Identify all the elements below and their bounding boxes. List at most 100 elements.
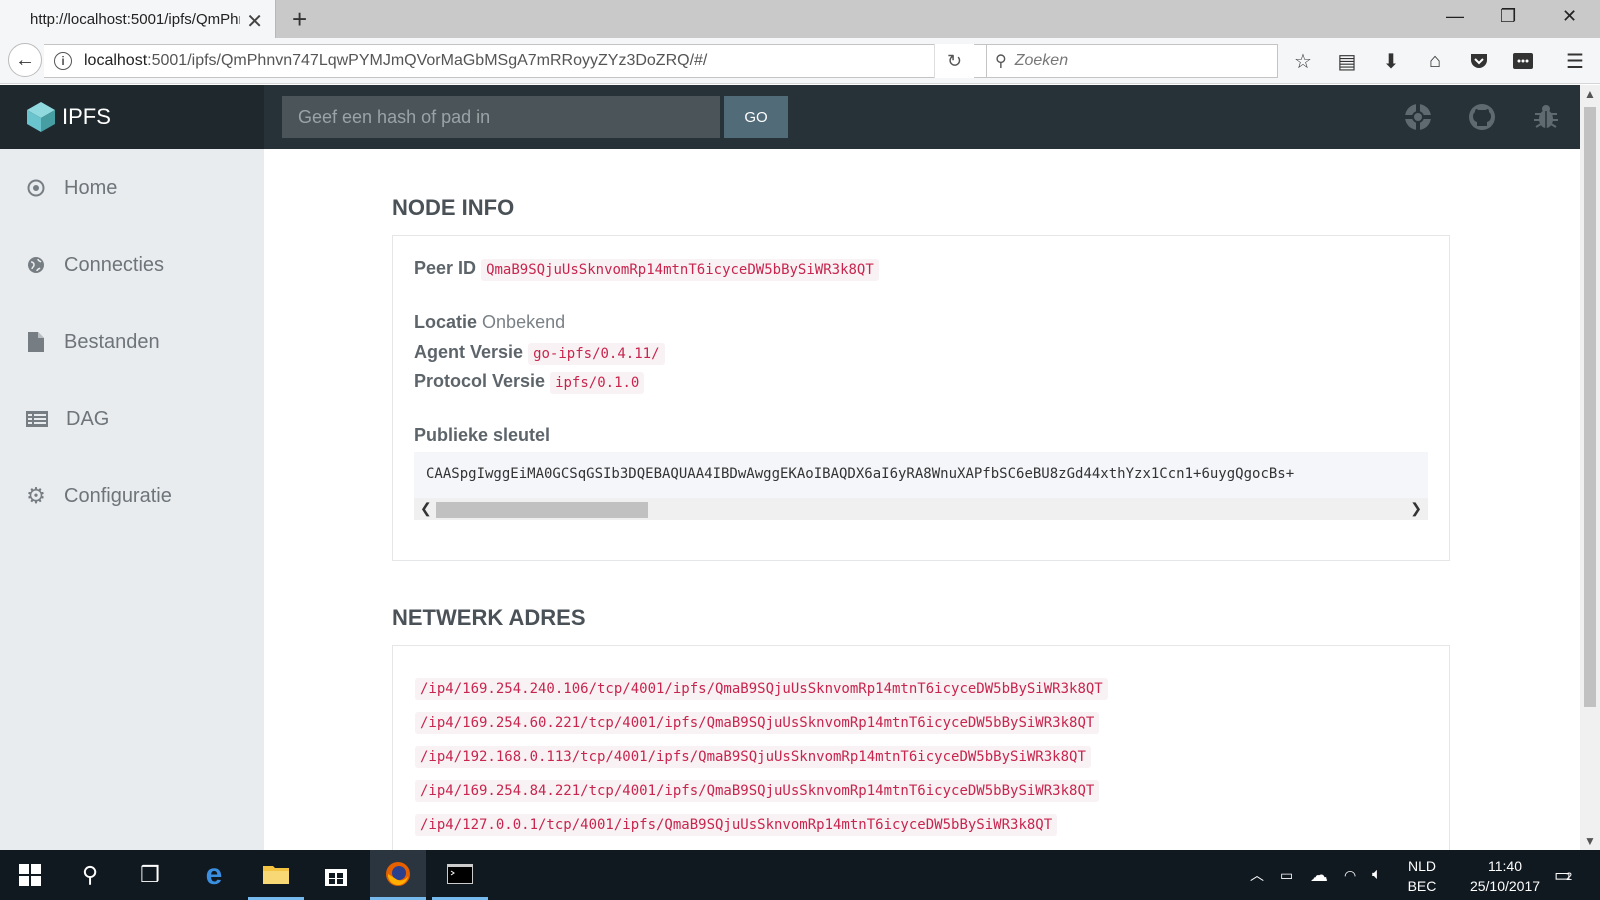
brand-text: IPFS	[62, 104, 111, 129]
pubkey-label-row: Publieke sleutel	[414, 425, 550, 446]
start-button[interactable]	[2, 850, 58, 900]
url-path: :5001/ipfs/QmPhnvn747LqwPYMJmQVorMaGbMSg…	[147, 52, 708, 69]
sidebar-item-label: Configuratie	[64, 484, 172, 507]
search-icon: ⚲	[995, 53, 1007, 70]
location-row: Locatie Onbekend	[414, 312, 565, 333]
node-info-card: Peer ID QmaB9SQjuUsSknvomRp14mtnT6icyceD…	[392, 235, 1450, 561]
protocol-row: Protocol Versie ipfs/0.1.0	[414, 371, 645, 394]
sidebar: Home Connecties Bestanden DAG ⚙ Configur…	[0, 149, 264, 850]
pubkey-value: CAASpgIwggEiMA0GCSqGSIb3DQEBAQUAA4IBDwAw…	[426, 466, 1295, 482]
scroll-down-icon[interactable]: ▼	[1584, 834, 1596, 848]
notification-count: 2	[1566, 870, 1573, 883]
close-tab-icon[interactable]: ✕	[246, 9, 263, 34]
window-close-icon[interactable]: ✕	[1562, 6, 1577, 27]
search-placeholder: Zoeken	[1014, 52, 1069, 69]
minimize-icon[interactable]: —	[1446, 6, 1464, 27]
main-content: NODE INFO Peer ID QmaB9SQjuUsSknvomRp14m…	[264, 149, 1580, 850]
peer-id-value: QmaB9SQjuUsSknvomRp14mtnT6icyceDW5bBySiW…	[481, 259, 879, 281]
firefox-icon[interactable]	[370, 850, 426, 900]
search-taskbar-icon[interactable]: ⚲	[62, 850, 118, 900]
tab-title: http://localhost:5001/ipfs/QmPhnvn747Lqw…	[30, 10, 240, 28]
node-info-title: NODE INFO	[392, 195, 515, 220]
sidebar-item-connecties[interactable]: Connecties	[0, 241, 264, 289]
hash-path-input[interactable]	[282, 96, 720, 138]
page-scrollbar[interactable]: ▲ ▼	[1580, 85, 1600, 850]
ipfs-cube-icon	[27, 102, 55, 132]
list-item: /ip4/169.254.84.221/tcp/4001/ipfs/QmaB9S…	[415, 780, 1100, 802]
home-icon	[26, 178, 46, 198]
list-icon	[26, 409, 48, 429]
list-item: /ip4/169.254.60.221/tcp/4001/ipfs/QmaB9S…	[415, 712, 1100, 734]
ipfs-header: IPFS GO	[0, 85, 1580, 149]
sidebar-item-bestanden[interactable]: Bestanden	[0, 318, 264, 366]
github-icon[interactable]	[1464, 99, 1500, 135]
sidebar-item-configuratie[interactable]: ⚙ Configuratie	[0, 472, 264, 520]
pubkey-scrollbar[interactable]: ❮ ❯	[414, 498, 1428, 520]
url-bar[interactable]: i localhost:5001/ipfs/QmPhnvn747LqwPYMJm…	[44, 44, 988, 78]
pocket-icon[interactable]	[1466, 48, 1492, 74]
browser-search-input[interactable]: ⚲ Zoeken	[986, 44, 1278, 78]
agent-label: Agent Versie	[414, 342, 524, 362]
extension-icon[interactable]	[1510, 48, 1536, 74]
volume-icon[interactable]: 🔈︎	[1372, 850, 1382, 900]
page-scroll-thumb[interactable]	[1584, 107, 1596, 707]
globe-icon	[26, 255, 46, 275]
location-label: Locatie	[414, 312, 478, 332]
menu-icon[interactable]: ☰	[1562, 48, 1588, 74]
windows-logo-icon	[19, 864, 41, 886]
download-icon[interactable]: ⬇	[1378, 48, 1404, 74]
scroll-up-icon[interactable]: ▲	[1584, 87, 1596, 101]
clock[interactable]: 11:40 25/10/2017	[1462, 856, 1548, 896]
onedrive-icon[interactable]: ☁	[1310, 850, 1328, 900]
bug-icon[interactable]	[1528, 99, 1564, 135]
store-icon[interactable]	[308, 850, 364, 900]
file-icon	[26, 332, 46, 352]
wifi-icon[interactable]: ◠	[1344, 850, 1356, 900]
task-view-icon[interactable]: ❒	[122, 850, 178, 900]
pubkey-box: CAASpgIwggEiMA0GCSqGSIb3DQEBAQUAA4IBDwAw…	[414, 452, 1428, 520]
scroll-left-icon[interactable]: ❮	[420, 500, 432, 517]
url-host: localhost	[84, 52, 148, 69]
scroll-right-icon[interactable]: ❯	[1410, 500, 1422, 517]
restore-icon[interactable]: ❐	[1500, 6, 1516, 27]
help-lifebuoy-icon[interactable]	[1400, 99, 1436, 135]
pubkey-label: Publieke sleutel	[414, 425, 551, 445]
lang-bottom: BEC	[1407, 878, 1437, 894]
gear-icon: ⚙	[26, 483, 46, 508]
back-button[interactable]: ←	[8, 43, 42, 77]
input-language[interactable]: NLD BEC	[1402, 856, 1442, 896]
list-item: /ip4/192.168.0.113/tcp/4001/ipfs/QmaB9SQ…	[415, 746, 1091, 768]
network-address: /ip4/192.168.0.113/tcp/4001/ipfs/QmaB9SQ…	[415, 746, 1091, 768]
list-item: /ip4/127.0.0.1/tcp/4001/ipfs/QmaB9SQjuUs…	[415, 814, 1058, 836]
network-address: /ip4/169.254.240.106/tcp/4001/ipfs/QmaB9…	[415, 678, 1108, 700]
reload-button[interactable]: ↻	[934, 44, 974, 78]
browser-tab[interactable]: http://localhost:5001/ipfs/QmPhnvn747Lqw…	[0, 0, 276, 38]
sidebar-item-home[interactable]: Home	[0, 164, 264, 212]
ipfs-logo[interactable]: IPFS	[0, 85, 264, 149]
peer-id-label: Peer ID	[414, 258, 477, 278]
info-icon[interactable]: i	[54, 52, 72, 70]
sidebar-item-dag[interactable]: DAG	[0, 395, 264, 443]
edge-icon[interactable]: e	[186, 850, 242, 900]
scroll-thumb[interactable]	[436, 502, 648, 518]
reload-icon: ↻	[946, 50, 963, 71]
new-tab-icon[interactable]: +	[292, 4, 307, 35]
list-item: /ip4/169.254.240.106/tcp/4001/ipfs/QmaB9…	[415, 678, 1108, 700]
sidebar-item-label: DAG	[66, 407, 110, 430]
network-address: /ip4/127.0.0.1/tcp/4001/ipfs/QmaB9SQjuUs…	[415, 814, 1058, 836]
sidebar-item-label: Bestanden	[64, 330, 160, 353]
back-arrow-icon: ←	[15, 48, 35, 71]
peer-id-row: Peer ID QmaB9SQjuUsSknvomRp14mtnT6icyceD…	[414, 258, 879, 281]
go-button[interactable]: GO	[724, 96, 788, 138]
lang-top: NLD	[1407, 858, 1436, 874]
browser-navbar: ← i localhost:5001/ipfs/QmPhnvn747LqwPYM…	[0, 38, 1600, 84]
reading-list-icon[interactable]: ▤	[1334, 48, 1360, 74]
bookmark-star-icon[interactable]: ☆	[1290, 48, 1316, 74]
action-center-icon[interactable]: ▭ 2	[1554, 850, 1573, 900]
network-card: /ip4/169.254.240.106/tcp/4001/ipfs/QmaB9…	[392, 645, 1450, 850]
file-explorer-icon[interactable]	[248, 850, 304, 900]
battery-icon[interactable]: ▭	[1280, 850, 1293, 900]
home-page-icon[interactable]: ⌂	[1422, 48, 1448, 74]
tray-overflow-icon[interactable]: ︿	[1250, 850, 1264, 900]
terminal-icon[interactable]	[432, 850, 488, 900]
